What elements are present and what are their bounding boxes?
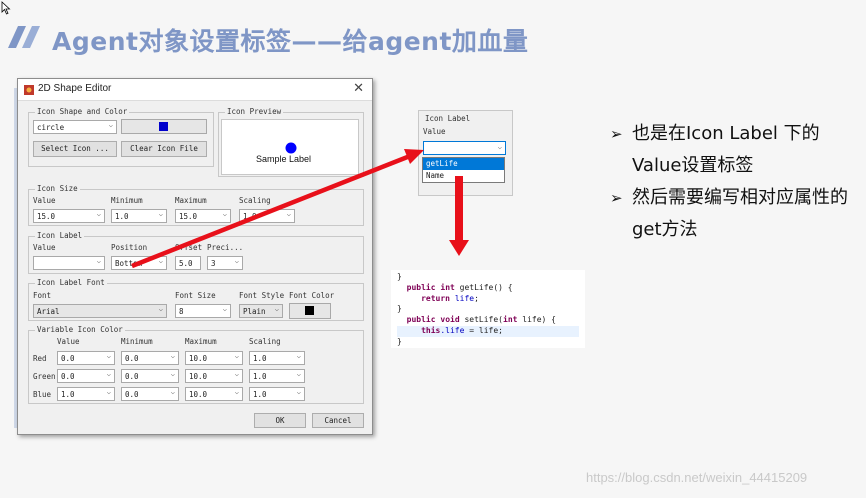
diagonal-red-arrow-icon — [131, 149, 424, 269]
watermark: https://blog.csdn.net/weixin_44415209 — [586, 470, 808, 485]
annotation-arrows — [131, 149, 469, 269]
down-red-arrow-icon — [449, 176, 469, 256]
